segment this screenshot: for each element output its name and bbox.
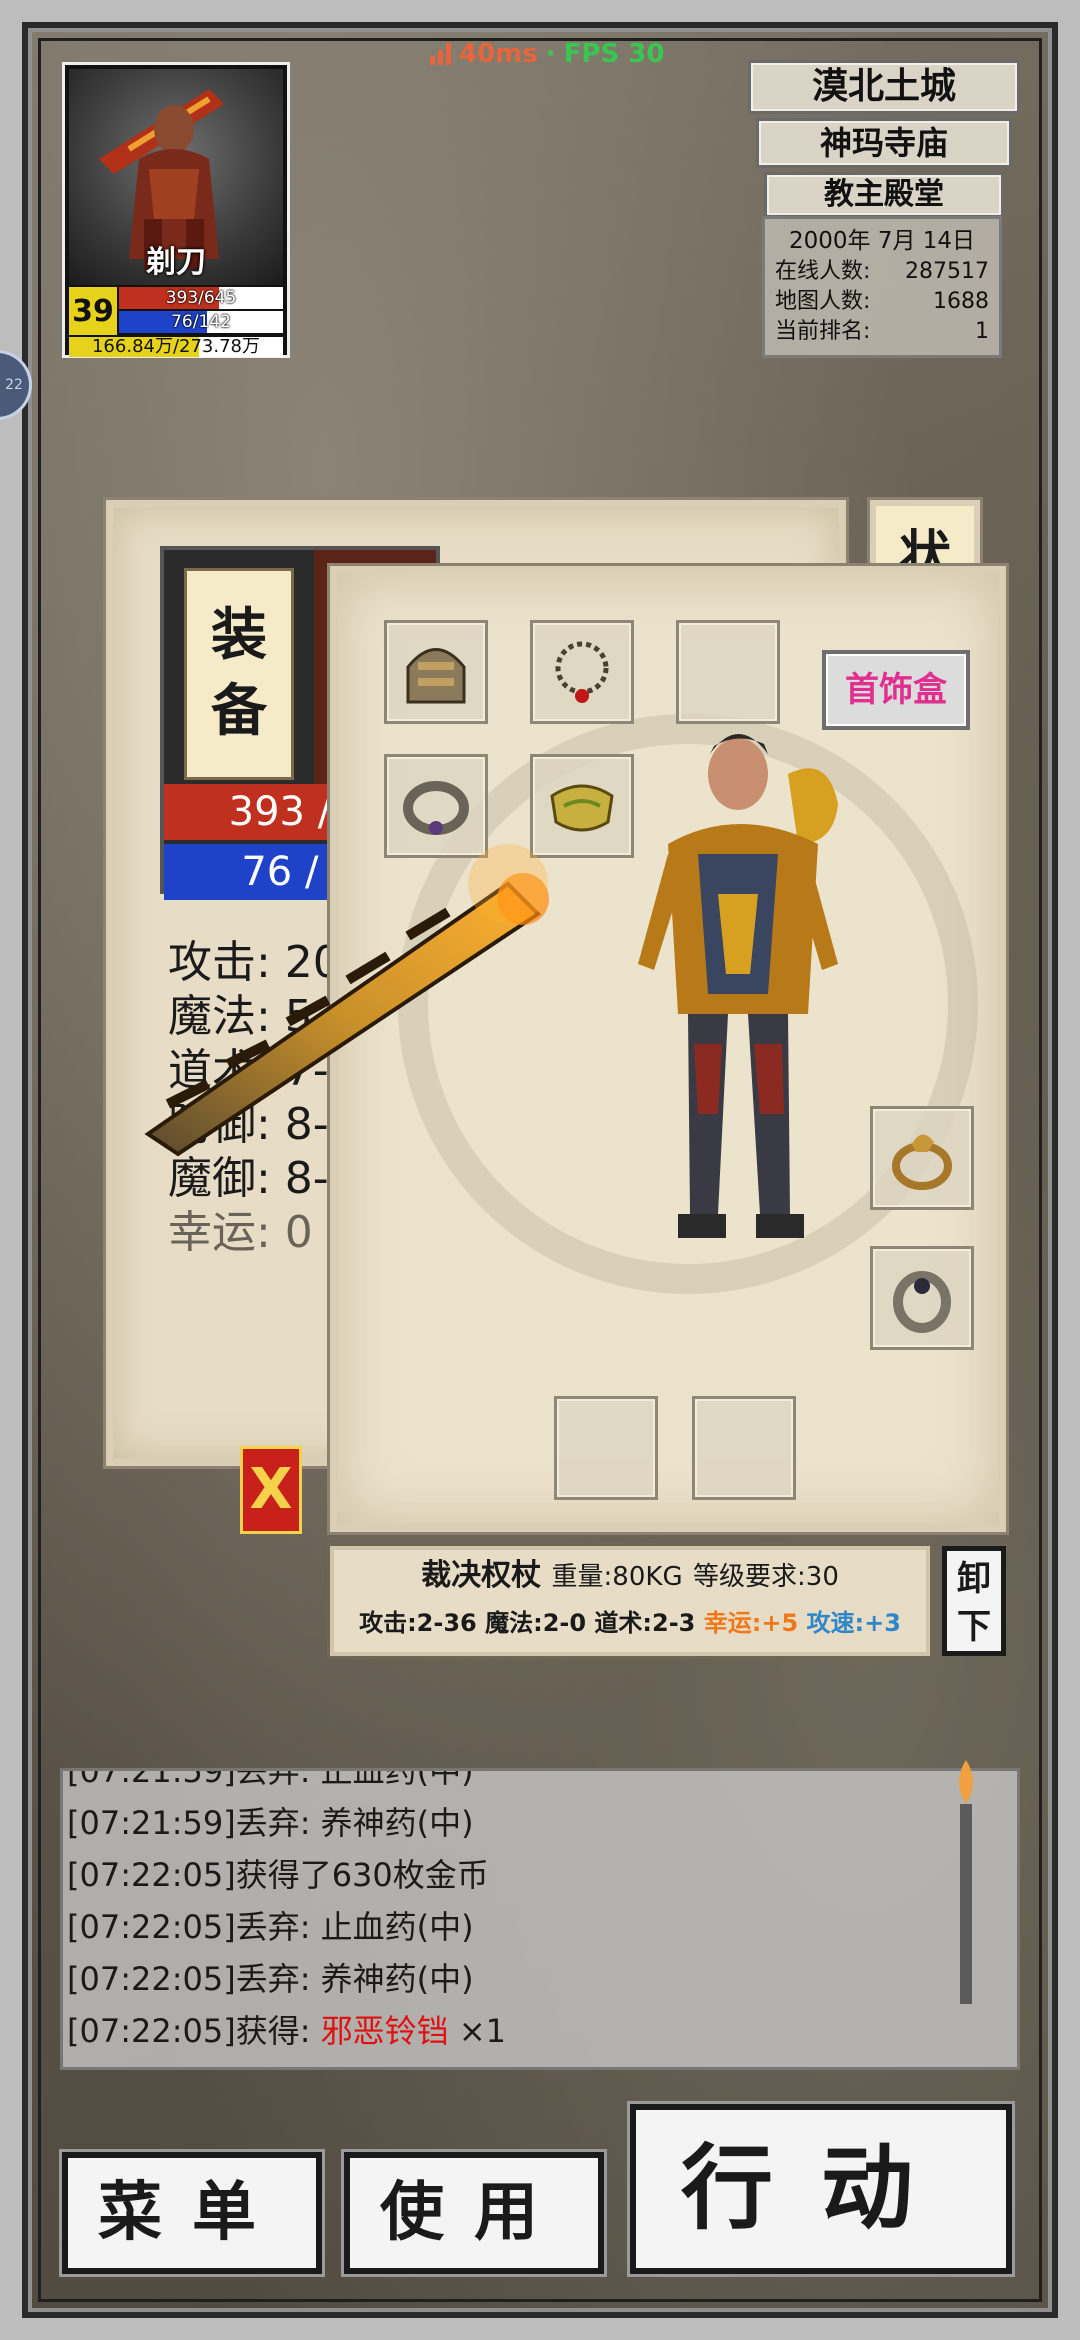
mp-text: 76/142 bbox=[171, 312, 231, 332]
map-area: 神玛寺庙 bbox=[756, 118, 1012, 168]
equip-label-top: 装 bbox=[211, 603, 267, 668]
slot-ring-left[interactable] bbox=[870, 1106, 974, 1210]
map-count-label: 地图人数: bbox=[775, 289, 871, 314]
ring-icon bbox=[893, 1271, 951, 1333]
network-status: 40ms · FPS 30 bbox=[430, 36, 664, 72]
player-hp-bar: 393/645 bbox=[119, 287, 283, 309]
use-button[interactable]: 使用 bbox=[344, 2152, 604, 2274]
helmet-icon bbox=[406, 648, 466, 704]
online-count-row: 在线人数: 287517 bbox=[775, 257, 989, 287]
online-label: 在线人数: bbox=[775, 259, 871, 284]
item-info-box: 裁决权杖 重量:80KG 等级要求:30 攻击:2-36 魔法:2-0 道术:2… bbox=[330, 1546, 930, 1656]
item-speed: 攻速:+3 bbox=[806, 1609, 901, 1637]
item-level-req: 等级要求:30 bbox=[693, 1562, 839, 1592]
stat-luck: 幸运: 0 bbox=[168, 1207, 313, 1258]
slot-ring-right[interactable] bbox=[870, 1246, 974, 1350]
slot-helmet[interactable] bbox=[384, 620, 488, 724]
map-region: 漠北土城 bbox=[748, 60, 1020, 114]
log-line: [07:22:05]获得: 邪恶铃铛 ×1 bbox=[67, 2012, 507, 2050]
map-hall: 教主殿堂 bbox=[764, 172, 1004, 218]
close-button[interactable]: X bbox=[240, 1446, 302, 1534]
fps-value: FPS 30 bbox=[563, 39, 665, 69]
player-exp-bar: 166.84万/273.78万 bbox=[69, 337, 283, 357]
item-title-line: 裁决权杖 重量:80KG 等级要求:30 bbox=[334, 1550, 926, 1603]
item-luck: 幸运:+5 bbox=[703, 1609, 799, 1637]
player-name: 剃刀 bbox=[146, 245, 206, 280]
rank-label: 当前排名: bbox=[775, 319, 871, 344]
equip-label-bottom: 备 bbox=[211, 679, 267, 744]
rank-row: 当前排名: 1 bbox=[775, 317, 989, 347]
log-line: [07:22:05]丢弃: 养神药(中) bbox=[67, 1960, 474, 1998]
signal-icon bbox=[430, 43, 451, 65]
unequip-label-bottom: 下 bbox=[957, 1607, 991, 1647]
rare-item-name: 邪恶铃铛 bbox=[320, 2012, 449, 2050]
menu-button[interactable]: 菜单 bbox=[62, 2152, 322, 2274]
item-attack: 攻击:2-36 bbox=[359, 1609, 477, 1637]
player-level: 39 bbox=[69, 287, 117, 335]
exp-text: 166.84万/273.78万 bbox=[91, 337, 261, 357]
message-log[interactable]: [07:21:59]丢弃: 止血药(中) [07:21:59]丢弃: 养神药(中… bbox=[60, 1768, 1020, 2070]
item-tao: 道术:2-3 bbox=[594, 1609, 696, 1637]
player-portrait[interactable]: 剃刀 bbox=[69, 69, 283, 285]
item-stats-line: 攻击:2-36 魔法:2-0 道术:2-3 幸运:+5 攻速:+3 bbox=[334, 1603, 926, 1643]
necklace-icon bbox=[555, 641, 609, 703]
item-name: 裁决权杖 bbox=[421, 1558, 542, 1593]
unequip-button[interactable]: 卸 下 bbox=[942, 1546, 1006, 1656]
player-card[interactable]: 剃刀 39 393/645 76/142 166.84万/273.78万 bbox=[62, 62, 290, 358]
slot-boots[interactable] bbox=[554, 1396, 658, 1500]
equip-tab-label[interactable]: 装 备 bbox=[184, 568, 294, 780]
slot-empty-top[interactable] bbox=[676, 620, 780, 724]
separator: · bbox=[545, 39, 556, 69]
log-line: [07:22:05]丢弃: 止血药(中) bbox=[67, 1908, 474, 1946]
map-count-row: 地图人数: 1688 bbox=[775, 287, 989, 317]
slot-belt[interactable] bbox=[692, 1396, 796, 1500]
equipment-panel: 首饰盒 bbox=[144, 566, 1006, 1532]
log-line: [07:22:05]获得了630枚金币 bbox=[67, 1856, 489, 1894]
torch-icon bbox=[959, 1760, 973, 2004]
player-mp-bar: 76/142 bbox=[119, 311, 283, 333]
dragon-ring-icon bbox=[892, 1134, 952, 1190]
log-line: [07:21:59]丢弃: 止血药(中) bbox=[67, 1768, 474, 1790]
online-value: 287517 bbox=[905, 259, 989, 284]
weapon-staff-icon bbox=[144, 844, 549, 1157]
unequip-label-top: 卸 bbox=[957, 1559, 991, 1599]
item-magic: 魔法:2-0 bbox=[485, 1609, 587, 1637]
hp-text: 393/645 bbox=[165, 288, 237, 308]
log-line: [07:21:59]丢弃: 养神药(中) bbox=[67, 1804, 474, 1842]
map-count-value: 1688 bbox=[933, 289, 989, 314]
warrior-character-icon bbox=[638, 734, 838, 1238]
map-info-box: 2000年 7月 14日 在线人数: 287517 地图人数: 1688 当前排名:… bbox=[762, 216, 1002, 358]
action-button[interactable]: 行动 bbox=[630, 2104, 1012, 2274]
item-weight: 重量:80KG bbox=[551, 1562, 683, 1592]
rank-value: 1 bbox=[975, 319, 989, 344]
slot-necklace[interactable] bbox=[530, 620, 634, 724]
ping-value: 40ms bbox=[459, 39, 538, 69]
game-date: 2000年 7月 14日 bbox=[788, 228, 976, 254]
